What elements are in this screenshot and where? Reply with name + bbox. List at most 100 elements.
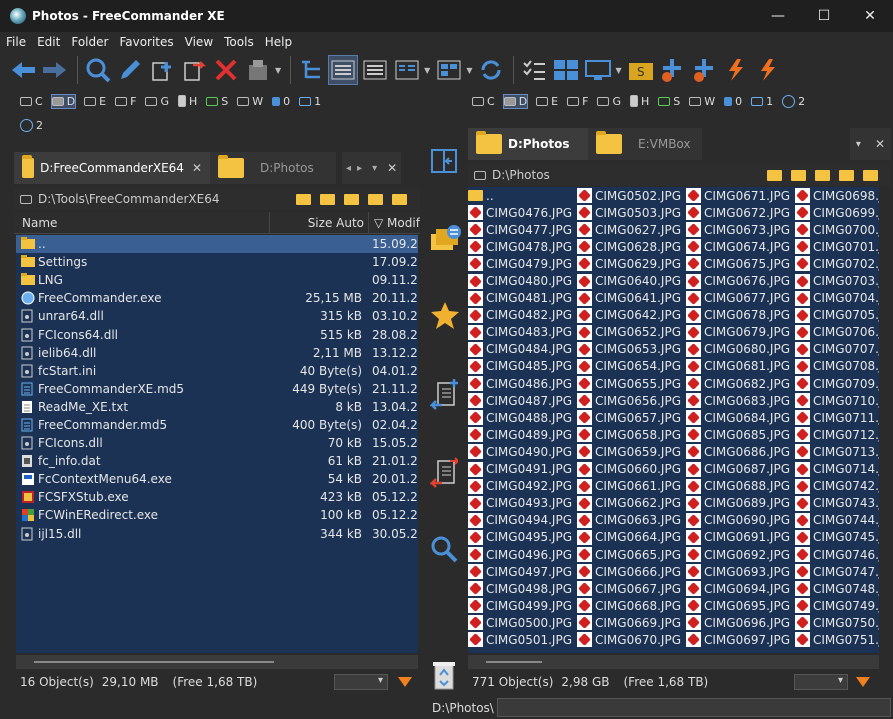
left-path-text[interactable]: D:\Tools\FreeCommanderXE64 (38, 192, 219, 206)
photo-file-item[interactable]: CIMG0629.JPG (577, 255, 681, 272)
photo-file-item[interactable]: CIMG0496.JPG (468, 546, 572, 563)
file-row[interactable]: FCIcons64.dll 515 kB 28.08.2 (16, 325, 418, 343)
right-path-text[interactable]: D:\Photos (492, 168, 550, 182)
folder-row[interactable]: .. 15.09.2 (16, 235, 418, 254)
folder-menu-icon[interactable] (392, 193, 407, 205)
photo-file-item[interactable]: CIMG0488.JPG (468, 409, 572, 426)
copy-to-other-panel-icon[interactable] (430, 147, 458, 175)
tree-view-icon[interactable] (296, 55, 326, 85)
photo-file-item[interactable]: CIMG0665.JPG (577, 546, 681, 563)
minimize-button[interactable]: — (755, 0, 801, 32)
tab-close-icon[interactable]: ✕ (875, 137, 885, 151)
file-row[interactable]: FCSFXStub.exe 423 kB 05.12.2 (16, 488, 418, 506)
tab-freecommanderxe64[interactable]: D:FreeCommanderXE64 ✕ (14, 152, 210, 184)
search-icon[interactable] (83, 55, 113, 85)
file-row[interactable]: FreeCommanderXE.md5 449 Byte(s) 21.11.2 (16, 380, 418, 398)
photo-file-item[interactable]: CIMG0482.JPG (468, 307, 572, 324)
photo-file-item[interactable]: CIMG0697.JPG (686, 631, 790, 648)
drive-s-button[interactable]: S (658, 95, 680, 108)
photo-file-item[interactable]: CIMG0750.J (795, 614, 879, 631)
photo-file-item[interactable]: CIMG0701.J (795, 238, 879, 255)
photo-file-item[interactable]: CIMG0673.JPG (686, 221, 790, 238)
menu-favorites[interactable]: Favorites (119, 35, 173, 49)
photo-file-item[interactable]: CIMG0687.JPG (686, 461, 790, 478)
drive-w-button[interactable]: W (689, 95, 715, 108)
photo-file-item[interactable]: CIMG0670.JPG (577, 631, 681, 648)
photo-file-item[interactable]: CIMG0481.JPG (468, 290, 572, 307)
photo-file-item[interactable]: CIMG0664.JPG (577, 529, 681, 546)
file-row[interactable]: FreeCommander.md5 400 Byte(s) 02.04.2 (16, 416, 418, 434)
photo-file-item[interactable]: CIMG0655.JPG (577, 375, 681, 392)
photo-file-item[interactable]: CIMG0659.JPG (577, 443, 681, 460)
photo-file-item[interactable]: CIMG0714.J (795, 461, 879, 478)
close-window-button[interactable]: ✕ (847, 0, 893, 32)
drive-w-button[interactable]: W (237, 95, 263, 108)
drive-2-button[interactable]: 2 (782, 94, 805, 108)
drive-e-button[interactable]: E (84, 95, 106, 108)
photo-file-item[interactable]: CIMG0705.J (795, 307, 879, 324)
tab-photos[interactable]: D:Photos (210, 152, 336, 184)
photo-file-item[interactable]: CIMG0484.JPG (468, 341, 572, 358)
drive-d-button[interactable]: D (502, 93, 529, 109)
photo-file-item[interactable]: CIMG0653.JPG (577, 341, 681, 358)
drive-f-button[interactable]: F (567, 95, 588, 108)
drive-1-button[interactable]: 1 (299, 95, 321, 108)
tab-photos[interactable]: D:Photos (468, 128, 588, 160)
photo-file-item[interactable]: CIMG0708.J (795, 358, 879, 375)
left-horizontal-scrollbar[interactable] (16, 655, 418, 669)
photo-file-item[interactable]: CIMG0657.JPG (577, 409, 681, 426)
photo-file-item[interactable]: CIMG0628.JPG (577, 238, 681, 255)
photo-file-item[interactable]: CIMG0477.JPG (468, 221, 572, 238)
menu-help[interactable]: Help (265, 35, 292, 49)
photo-file-item[interactable]: CIMG0487.JPG (468, 392, 572, 409)
drive-g-button[interactable]: G (145, 95, 169, 108)
photo-file-item[interactable]: CIMG0640.JPG (577, 272, 681, 289)
photo-file-item[interactable]: CIMG0678.JPG (686, 307, 790, 324)
photo-file-item[interactable]: CIMG0658.JPG (577, 426, 681, 443)
photo-file-item[interactable]: CIMG0746.J (795, 546, 879, 563)
menu-folder[interactable]: Folder (71, 35, 108, 49)
search-icon[interactable] (430, 535, 458, 563)
menu-view[interactable]: View (185, 35, 213, 49)
menu-tools[interactable]: Tools (224, 35, 254, 49)
left-filter-combo[interactable] (334, 674, 388, 690)
photo-file-item[interactable]: CIMG0710.J (795, 392, 879, 409)
photo-file-item[interactable]: CIMG0671.JPG (686, 187, 790, 204)
photo-file-item[interactable]: CIMG0686.JPG (686, 443, 790, 460)
photo-file-item[interactable]: CIMG0743.J (795, 495, 879, 512)
photo-file-item[interactable]: CIMG0713.J (795, 443, 879, 460)
photo-file-item[interactable]: CIMG0679.JPG (686, 324, 790, 341)
photo-file-item[interactable]: CIMG0707.J (795, 341, 879, 358)
photo-file-item[interactable]: CIMG0742.J (795, 478, 879, 495)
photo-file-item[interactable]: CIMG0712.J (795, 426, 879, 443)
photo-file-item[interactable]: CIMG0703.J (795, 272, 879, 289)
drive-2-button[interactable]: 2 (20, 118, 43, 132)
drive-0-button[interactable]: 0 (724, 95, 742, 108)
column-name[interactable]: Name (22, 216, 57, 230)
photo-file-item[interactable]: CIMG0661.JPG (577, 478, 681, 495)
photo-file-item[interactable]: CIMG0476.JPG (468, 204, 572, 221)
drive-1-button[interactable]: 1 (751, 95, 773, 108)
file-row[interactable]: fc_info.dat 61 kB 21.01.2 (16, 452, 418, 470)
right-horizontal-scrollbar[interactable] (468, 655, 879, 669)
drive-c-button[interactable]: C (472, 95, 495, 108)
photo-file-item[interactable]: CIMG0480.JPG (468, 272, 572, 289)
thumbnail-view-icon[interactable] (434, 55, 464, 85)
photo-file-item[interactable]: CIMG0692.JPG (686, 546, 790, 563)
photo-file-item[interactable]: CIMG0483.JPG (468, 324, 572, 341)
photo-file-item[interactable]: CIMG0491.JPG (468, 461, 572, 478)
photo-file-item[interactable]: CIMG0685.JPG (686, 426, 790, 443)
file-row[interactable]: ijl15.dll 344 kB 30.05.2 (16, 525, 418, 543)
file-row[interactable]: unrar64.dll 315 kB 03.10.2 (16, 307, 418, 325)
photo-file-item[interactable]: CIMG0704.J (795, 290, 879, 307)
filter-icon[interactable] (856, 677, 870, 687)
tab-scroll-left-icon[interactable]: ◂ (346, 163, 351, 174)
list-view-icon[interactable] (360, 55, 390, 85)
photo-file-item[interactable]: CIMG0489.JPG (468, 426, 572, 443)
tab-scroll-right-icon[interactable]: ▸ (357, 163, 362, 174)
history-icon[interactable] (296, 193, 311, 205)
quad-view-icon[interactable] (551, 55, 581, 85)
right-file-grid[interactable]: .. CIMG0476.JPG CIMG0477.JPG CIMG0478.JPG CI… (468, 187, 879, 653)
photo-file-item[interactable]: CIMG0748.J (795, 580, 879, 597)
checklist-icon[interactable] (519, 55, 549, 85)
